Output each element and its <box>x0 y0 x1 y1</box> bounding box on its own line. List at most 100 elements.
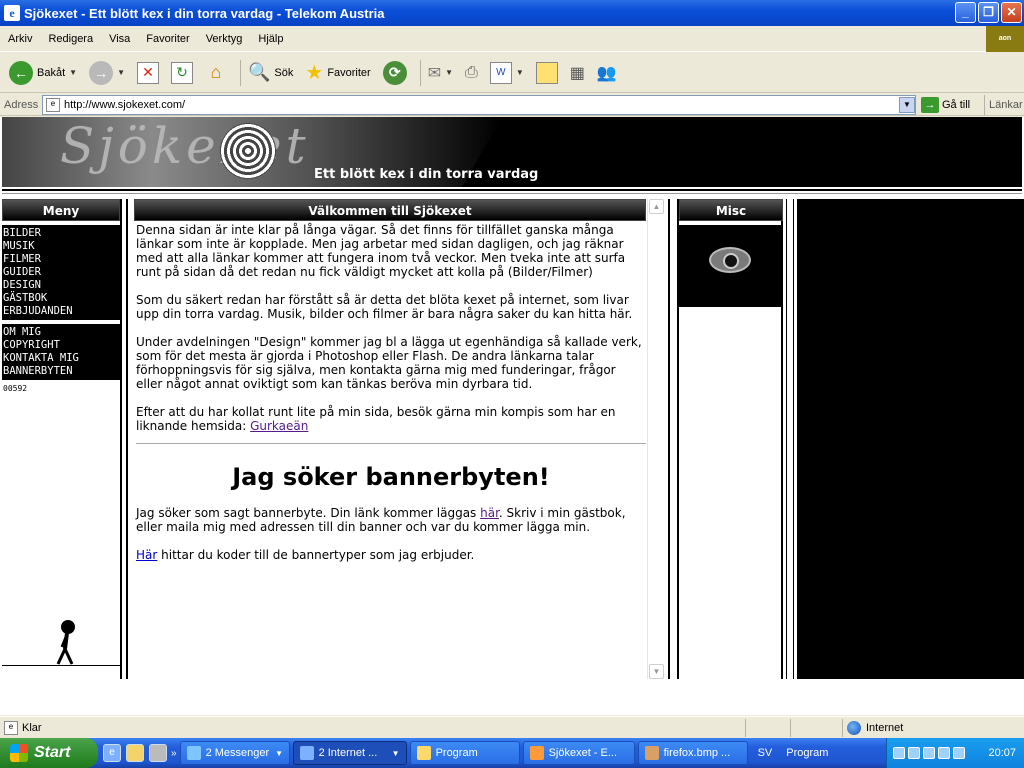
menu-header: Meny <box>2 199 120 221</box>
refresh-icon: ↻ <box>170 61 193 84</box>
mail-button[interactable]: ✉ ▼ <box>425 57 456 89</box>
paragraph-about: Som du säkert redan har förstått så är d… <box>136 293 633 321</box>
edit-button[interactable]: W ▼ <box>487 57 527 89</box>
menu-item-verktyg[interactable]: Verktyg <box>198 33 251 45</box>
history-button[interactable]: ⟳ <box>380 57 410 89</box>
network-icon[interactable] <box>923 747 935 759</box>
chevron-down-icon[interactable]: ▼ <box>445 68 453 77</box>
history-icon: ⟳ <box>382 60 407 85</box>
taskbar-button-internet[interactable]: 2 Internet ... ▼ <box>292 741 407 765</box>
tray-icon[interactable] <box>908 747 920 759</box>
menu-link-gastbok[interactable]: GÄSTBOK <box>2 292 120 305</box>
chevron-down-icon[interactable]: ▼ <box>899 97 915 113</box>
main-content-frame: Välkommen till Sjökexet Denna sidan är i… <box>134 199 664 679</box>
search-button[interactable]: 🔍 Sök <box>245 57 296 89</box>
favorites-button[interactable]: ★ Favoriter <box>302 57 373 89</box>
go-button[interactable]: → Gå till <box>921 95 970 115</box>
taskbar-button-messenger[interactable]: 2 Messenger ▼ <box>179 741 290 765</box>
media-quicklaunch-icon[interactable] <box>149 744 167 762</box>
menu-link-bannerbyten[interactable]: BANNERBYTEN <box>2 365 120 378</box>
mail-icon: ✉ <box>427 64 442 82</box>
ie-quicklaunch-icon[interactable]: e <box>103 744 121 762</box>
taskbar: Start e » 2 Messenger ▼ 2 Internet ... ▼… <box>0 738 1024 768</box>
menu-link-musik[interactable]: MUSIK <box>2 240 120 253</box>
banner-here-link[interactable]: här <box>480 506 499 520</box>
taskbar-button-label: Program <box>435 747 478 759</box>
menu-item-hjalp[interactable]: Hjälp <box>250 33 291 45</box>
clock[interactable]: 20:07 <box>988 747 1016 759</box>
research-button[interactable]: ▦ <box>567 57 588 89</box>
chevron-down-icon[interactable]: ▼ <box>69 68 77 77</box>
friend-link[interactable]: Gurkaeän <box>250 419 308 433</box>
menu-item-redigera[interactable]: Redigera <box>40 33 101 45</box>
frame-scrollbar[interactable]: ▲ ▼ <box>647 199 664 679</box>
menu-link-bilder[interactable]: BILDER <box>2 227 120 240</box>
menu-link-guider[interactable]: GUIDER <box>2 266 120 279</box>
folder-quicklaunch-icon[interactable] <box>126 744 144 762</box>
divider <box>2 193 1022 194</box>
taskbar-button-label: Sjökexet - E... <box>548 747 618 759</box>
paragraph-friend: Efter att du har kollat runt lite på min… <box>136 405 644 433</box>
start-button[interactable]: Start <box>0 738 98 768</box>
refresh-button[interactable]: ↻ <box>168 57 196 89</box>
minimize-button[interactable]: _ <box>955 2 976 23</box>
menu-link-filmer[interactable]: FILMER <box>2 253 120 266</box>
chevron-right-icon[interactable]: » <box>171 748 177 759</box>
favorites-label: Favoriter <box>327 66 371 79</box>
popup-blocker-icon[interactable] <box>790 719 815 737</box>
site-banner[interactable]: Sjökexet Ett blött kex i din torra varda… <box>2 117 1022 187</box>
home-button[interactable]: ⌂ <box>202 57 230 89</box>
back-button[interactable]: ← Bakåt ▼ <box>6 57 80 89</box>
codes-link[interactable]: Här <box>136 548 157 562</box>
star-icon: ★ <box>305 62 324 84</box>
back-label: Bakåt <box>37 66 66 79</box>
tray-icon[interactable] <box>893 747 905 759</box>
taskbar-button-sjokexet[interactable]: Sjökexet - E... <box>522 741 635 765</box>
network-icon[interactable] <box>938 747 950 759</box>
menu-item-arkiv[interactable]: Arkiv <box>0 33 40 45</box>
language-indicator[interactable]: SV <box>758 747 773 759</box>
stickman-icon <box>56 620 75 665</box>
menu-link-om-mig[interactable]: OM MIG <box>2 326 120 339</box>
window-title: Sjökexet - Ett blött kex i din torra var… <box>24 5 385 21</box>
discuss-button[interactable] <box>533 57 561 89</box>
paragraph-codes: Här hittar du koder till de bannertyper … <box>136 548 644 562</box>
menu-link-copyright[interactable]: COPYRIGHT <box>2 339 120 352</box>
stop-button[interactable]: ✕ <box>134 57 162 89</box>
chevron-down-icon: ▼ <box>391 748 400 758</box>
misc-header: Misc <box>679 199 783 221</box>
search-label: Sök <box>274 66 294 79</box>
print-button[interactable]: ⎙ <box>462 57 481 89</box>
chevron-down-icon[interactable]: ▼ <box>117 68 125 77</box>
close-button[interactable]: ✕ <box>1001 2 1022 23</box>
banner-text-a: Jag söker som sagt bannerbyte. Din länk … <box>136 506 481 520</box>
menu-item-favoriter[interactable]: Favoriter <box>138 33 197 45</box>
column-divider <box>786 199 794 679</box>
go-label: Gå till <box>942 99 971 111</box>
address-input[interactable]: e http://www.sjokexet.com/ ▼ <box>42 95 916 115</box>
taskbar-button-label: 2 Internet ... <box>318 747 378 759</box>
taskbar-button-firefox-bmp[interactable]: firefox.bmp ... <box>637 741 748 765</box>
messenger-button[interactable]: 👥 <box>594 57 620 89</box>
page-bottom <box>0 679 1024 715</box>
window-titlebar[interactable]: e Sjökexet - Ett blött kex i din torra v… <box>0 0 1024 26</box>
scroll-down-icon[interactable]: ▼ <box>649 664 664 679</box>
status-cell <box>745 719 770 737</box>
program-toolbar[interactable]: Program <box>786 747 828 759</box>
maximize-button[interactable]: ❐ <box>978 2 999 23</box>
menu-link-kontakta-mig[interactable]: KONTAKTA MIG <box>2 352 120 365</box>
stop-icon: ✕ <box>136 61 159 84</box>
chevron-down-icon[interactable]: ▼ <box>516 68 524 77</box>
menu-item-visa[interactable]: Visa <box>101 33 138 45</box>
isp-brand-logo: aon <box>986 26 1024 52</box>
column-divider <box>126 199 128 679</box>
friend-text: Efter att du har kollat runt lite på min… <box>136 405 616 433</box>
menu-link-design[interactable]: DESIGN <box>2 279 120 292</box>
scroll-up-icon[interactable]: ▲ <box>649 199 664 214</box>
volume-icon[interactable] <box>953 747 965 759</box>
taskbar-button-program[interactable]: Program <box>409 741 520 765</box>
links-button[interactable]: Länkar <box>984 95 1023 115</box>
status-bar: e Klar Internet <box>0 716 1024 738</box>
forward-button[interactable]: → ▼ <box>86 57 128 89</box>
menu-link-erbjudanden[interactable]: ERBJUDANDEN <box>2 305 120 318</box>
